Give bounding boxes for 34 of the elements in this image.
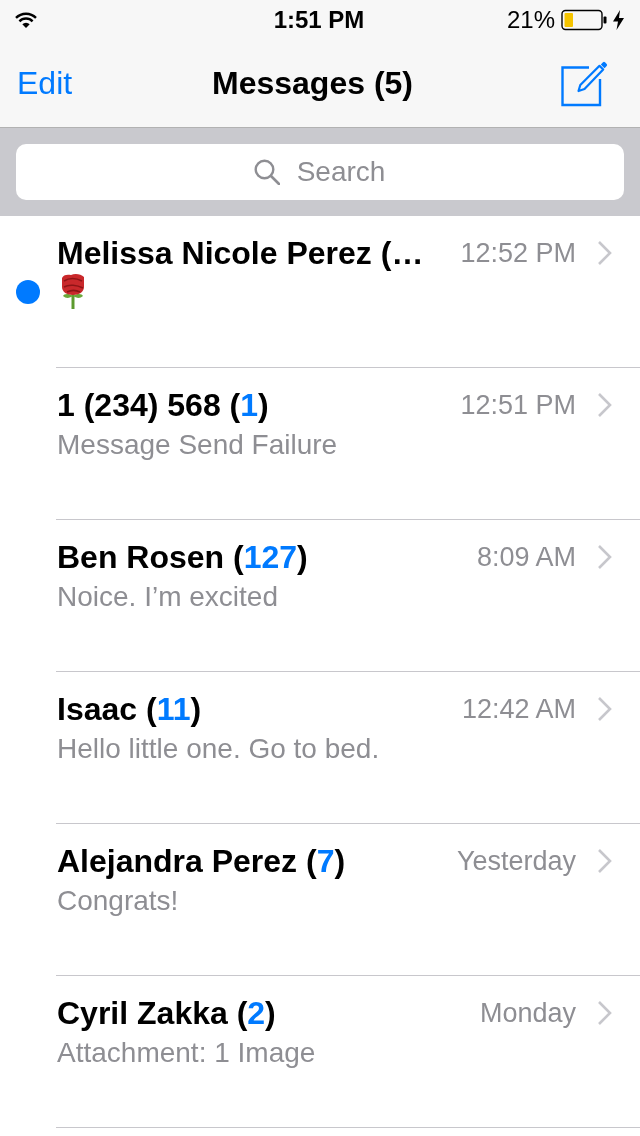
contact-name: Isaac (11) [57, 690, 203, 728]
wifi-icon [14, 11, 38, 29]
message-time: 12:52 PM [460, 237, 576, 269]
message-preview: Message Send Failure [57, 429, 338, 461]
message-preview: Congrats! [57, 885, 179, 917]
flower-icon [59, 273, 87, 310]
chevron-icon [597, 696, 612, 722]
compose-button[interactable] [560, 60, 608, 107]
contact-name: 1 (234) 568 (1) [57, 386, 270, 424]
status-time: 1:51 PM [273, 6, 365, 34]
battery-percent: 21% [506, 6, 555, 34]
chevron-icon [597, 848, 612, 874]
chevron-icon [597, 544, 612, 570]
message-preview: Noice. I’m excited [57, 581, 278, 613]
message-time: Monday [479, 997, 576, 1029]
message-preview: Attachment: 1 Image [57, 1037, 316, 1069]
battery-icon [561, 9, 607, 31]
message-time: 8:09 AM [476, 541, 576, 573]
nav-title: Messages (5) [212, 65, 413, 102]
chevron-icon [597, 240, 612, 266]
message-time: Yesterday [456, 845, 576, 877]
contact-name: Cyril Zakka (2) [57, 994, 277, 1032]
edit-button[interactable]: Edit [17, 65, 73, 102]
search-field[interactable]: Search [16, 144, 624, 200]
message-time: 12:51 PM [460, 389, 576, 421]
compose-icon [560, 60, 608, 107]
chevron-icon [597, 392, 612, 418]
message-time: 12:42 AM [461, 693, 576, 725]
contact-name: Alejandra Perez (7) [57, 842, 347, 880]
contact-name: Ben Rosen (127) [57, 538, 309, 576]
chevron-icon [597, 1000, 612, 1026]
message-preview: Hello little one. Go to bed. [57, 733, 380, 765]
contact-name: Melissa Nicole Perez (… [57, 234, 425, 272]
search-icon [254, 159, 280, 185]
